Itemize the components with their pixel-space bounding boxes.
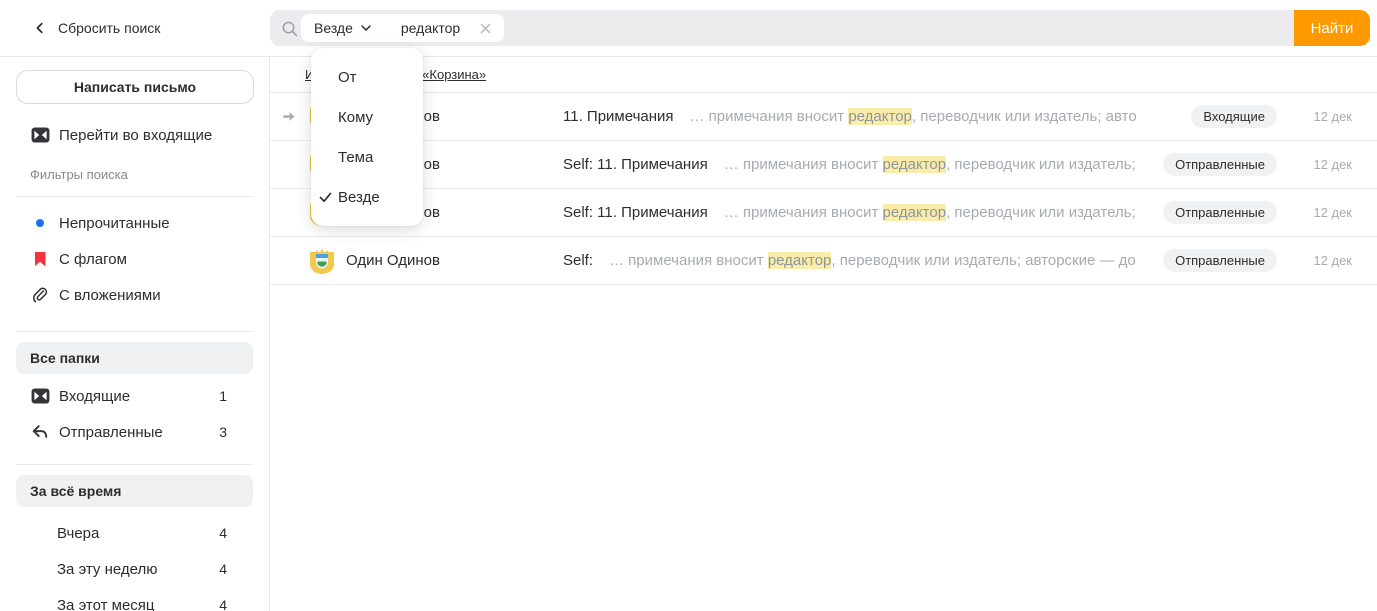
filter-attachments[interactable]: С вложениями <box>0 277 269 313</box>
time-filter-count: 4 <box>219 597 227 611</box>
filter-unread[interactable]: Непрочитанные <box>0 205 269 241</box>
mail-snippet: … примечания вносит редактор, переводчик… <box>724 156 1151 173</box>
mail-date: 12 дек <box>1304 157 1352 172</box>
filter-label: С флагом <box>59 251 227 268</box>
search-query-text[interactable]: редактор <box>401 20 460 36</box>
folder-count: 1 <box>219 388 227 404</box>
sent-arrow-icon <box>30 424 50 440</box>
highlighted-term: редактор <box>883 204 947 221</box>
folder-badge: Отправленные <box>1163 201 1277 224</box>
compose-button[interactable]: Написать письмо <box>16 70 254 104</box>
mail-subject: Self: <box>563 252 593 269</box>
inbox-icon <box>30 388 50 404</box>
mail-date: 12 дек <box>1304 253 1352 268</box>
sender-name: Один Одинов <box>346 252 563 269</box>
unread-dot-icon <box>30 219 50 227</box>
check-icon <box>319 192 332 203</box>
body: Написать письмо Перейти во входящие Филь… <box>0 57 1377 611</box>
time-filter-this-month[interactable]: За этот месяц 4 <box>0 587 269 611</box>
results-pane: Искать в «Спам» и «Корзина» Один Одинов … <box>270 57 1377 611</box>
mail-date: 12 дек <box>1304 205 1352 220</box>
filter-flagged[interactable]: С флагом <box>0 241 269 277</box>
folder-count: 3 <box>219 424 227 440</box>
mail-subject: Self: 11. Примечания <box>563 156 708 173</box>
time-range-label: За всё время <box>30 483 121 499</box>
mail-snippet: … примечания вносит редактор, переводчик… <box>609 252 1151 269</box>
highlighted-term: редактор <box>848 108 912 125</box>
envelope-icon <box>30 127 50 143</box>
paperclip-icon <box>30 286 50 304</box>
flag-icon <box>30 252 50 267</box>
scope-option-label: Кому <box>338 109 373 126</box>
folder-badge: Отправленные <box>1163 249 1277 272</box>
clear-query-icon[interactable] <box>480 23 491 34</box>
highlighted-term: редактор <box>768 252 832 269</box>
scope-option-subject[interactable]: Тема <box>311 137 423 177</box>
time-filter-yesterday[interactable]: Вчера 4 <box>0 515 269 551</box>
mail-date: 12 дек <box>1304 109 1352 124</box>
mail-snippet: … примечания вносит редактор, переводчик… <box>724 204 1151 221</box>
search-icon <box>280 19 299 38</box>
filter-label: Непрочитанные <box>59 215 227 232</box>
mail-row[interactable]: Один Одинов 11. Примечания … примечания … <box>270 93 1377 141</box>
scope-option-label: Везде <box>338 189 380 206</box>
scope-dropdown-menu: От Кому Тема Везде <box>311 48 423 226</box>
sidebar: Написать письмо Перейти во входящие Филь… <box>0 57 270 611</box>
time-filter-label: За эту неделю <box>57 561 219 578</box>
sidebar-item-inbox[interactable]: Входящие 1 <box>0 378 269 414</box>
divider <box>16 331 253 332</box>
filters-caption: Фильтры поиска <box>0 153 269 188</box>
divider <box>16 464 253 465</box>
folder-badge: Отправленные <box>1163 153 1277 176</box>
mail-search-page: Сбросить поиск Везде редактор <box>0 0 1377 611</box>
scope-option-to[interactable]: Кому <box>311 97 423 137</box>
folder-badge: Входящие <box>1191 105 1277 128</box>
scope-option-everywhere[interactable]: Везде <box>311 177 423 217</box>
divider <box>16 196 253 197</box>
all-folders-header[interactable]: Все папки <box>16 342 253 374</box>
find-button[interactable]: Найти <box>1294 10 1370 46</box>
chevron-left-icon <box>33 21 47 35</box>
search-input[interactable]: Везде редактор <box>270 10 1294 46</box>
mail-subject: 11. Примечания <box>563 108 674 125</box>
forwarded-arrow-icon <box>282 110 296 123</box>
time-filter-count: 4 <box>219 561 227 577</box>
highlighted-term: редактор <box>883 156 947 173</box>
chevron-down-icon <box>361 25 371 31</box>
scope-option-label: Тема <box>338 149 373 166</box>
goto-inbox-label: Перейти во входящие <box>59 127 227 144</box>
search-scope-row: Искать в «Спам» и «Корзина» <box>270 57 1377 93</box>
scope-option-from[interactable]: От <box>311 57 423 97</box>
folder-label: Отправленные <box>59 424 219 441</box>
avatar <box>306 245 338 277</box>
topbar: Сбросить поиск Везде редактор <box>0 0 1377 57</box>
time-filter-label: За этот месяц <box>57 597 219 611</box>
scope-dropdown-button[interactable]: Везде <box>314 20 371 36</box>
folder-label: Входящие <box>59 388 219 405</box>
all-folders-label: Все папки <box>30 350 100 366</box>
mail-row[interactable]: Один Одинов Self: … примечания вносит ре… <box>270 237 1377 285</box>
time-filter-this-week[interactable]: За эту неделю 4 <box>0 551 269 587</box>
search-area: Везде редактор Найти <box>270 0 1377 56</box>
mail-row[interactable]: Один Одинов Self: 11. Примечания … приме… <box>270 141 1377 189</box>
scope-value: Везде <box>314 20 353 36</box>
search-query-chip: Везде редактор <box>301 14 504 42</box>
goto-inbox-link[interactable]: Перейти во входящие <box>0 117 269 153</box>
reset-search-button[interactable]: Сбросить поиск <box>0 0 270 56</box>
scope-option-label: От <box>338 69 357 86</box>
filter-label: С вложениями <box>59 287 227 304</box>
time-range-header[interactable]: За всё время <box>16 475 253 507</box>
sidebar-item-sent[interactable]: Отправленные 3 <box>0 414 269 450</box>
mail-snippet: … примечания вносит редактор, переводчик… <box>690 108 1180 125</box>
reset-search-label: Сбросить поиск <box>58 20 160 36</box>
time-filter-count: 4 <box>219 525 227 541</box>
mail-subject: Self: 11. Примечания <box>563 204 708 221</box>
mail-row[interactable]: Один Одинов Self: 11. Примечания … приме… <box>270 189 1377 237</box>
time-filter-label: Вчера <box>57 525 219 542</box>
